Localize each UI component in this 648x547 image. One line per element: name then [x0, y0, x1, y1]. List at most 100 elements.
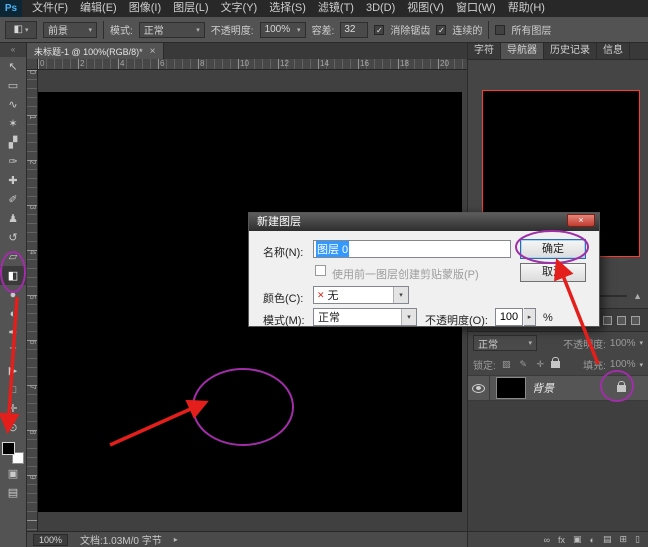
zoom-in-icon[interactable]: ▲ [633, 291, 642, 301]
layers-footer-icon[interactable]: ▯ [635, 534, 640, 545]
ruler-mark: 2 [28, 160, 37, 165]
ruler-mark: 4 [120, 59, 125, 68]
menu-item[interactable]: 视图(V) [401, 0, 450, 17]
lock-transparency-icon[interactable]: ▨ [500, 359, 513, 370]
clipping-mask-checkbox[interactable] [315, 265, 326, 276]
zoom-level-field[interactable]: 100% [33, 533, 69, 546]
toolbar-collapse-button[interactable]: « [0, 43, 26, 57]
marquee-tool[interactable]: ▭ [0, 76, 27, 95]
opacity-value: 100% [264, 24, 291, 35]
current-tool-dropdown[interactable]: ◧ ▾ [5, 20, 37, 39]
menu-item[interactable]: 图像(I) [123, 0, 167, 17]
layer-row-background[interactable]: 背景 [468, 375, 648, 401]
tab-history[interactable]: 历史记录 [544, 43, 597, 59]
quick-mask-button[interactable]: ▣ [0, 464, 27, 483]
paint-bucket-tool[interactable]: ◧ [0, 266, 27, 285]
close-tab-icon[interactable]: × [150, 46, 156, 57]
opacity-dropdown[interactable]: 100% ▾ [259, 21, 306, 38]
eyedropper-tool[interactable]: ✑ [0, 152, 27, 171]
layer-name-input[interactable]: 图层 0 [313, 240, 511, 258]
clone-stamp-tool[interactable]: ♟ [0, 209, 27, 228]
ruler-mark: 12 [280, 59, 289, 68]
layers-footer-icon[interactable]: ∞ [544, 535, 550, 545]
menu-item[interactable]: 文件(F) [26, 0, 74, 17]
tab-navigator[interactable]: 导航器 [501, 43, 544, 59]
tolerance-input[interactable] [340, 21, 369, 38]
background-lock-icon[interactable] [617, 380, 626, 392]
tolerance-label: 容差: [311, 26, 335, 37]
menu-item[interactable]: 窗口(W) [450, 0, 502, 17]
vertical-ruler: 0 1 2 3 4 5 6 7 8 9 [27, 70, 38, 531]
zoom-tool[interactable]: ⊙ [0, 418, 27, 437]
collapsed-panel-icon[interactable] [617, 315, 626, 325]
fill-source-value: 前景 [48, 26, 68, 37]
history-brush-tool[interactable]: ↺ [0, 228, 27, 247]
antialias-checkbox[interactable]: ✓ [374, 24, 385, 35]
menu-item[interactable]: 选择(S) [263, 0, 312, 17]
path-selection-tool[interactable]: ▶ [0, 361, 27, 380]
lock-all-icon[interactable] [550, 357, 560, 368]
blur-tool[interactable]: ● [0, 285, 27, 304]
screen-mode-button[interactable]: ▤ [0, 483, 27, 502]
layer-thumbnail[interactable] [496, 377, 526, 399]
layers-footer-icon[interactable]: ▣ [573, 534, 582, 545]
lock-pixels-icon[interactable]: ✎ [517, 359, 530, 370]
cancel-button[interactable]: 取消 [520, 263, 586, 282]
lock-position-icon[interactable]: ✛ [534, 359, 547, 370]
dodge-tool[interactable]: ◐ [0, 304, 27, 323]
healing-brush-tool[interactable]: ✚ [0, 171, 27, 190]
move-tool[interactable]: ↖ [0, 57, 27, 76]
dialog-title: 新建图层 [257, 216, 301, 228]
color-dropdown[interactable]: ✕ 无 ▾ [313, 286, 409, 304]
layers-footer-icon[interactable]: ◐ [590, 535, 595, 545]
mode-dropdown[interactable]: 正常 ▾ [138, 21, 205, 38]
percent-sign: % [543, 312, 553, 324]
eraser-tool[interactable]: ▱ [0, 247, 27, 266]
ok-button[interactable]: 确定 [520, 239, 586, 259]
dialog-opacity-label: 不透明度(O): [425, 315, 488, 327]
shape-tool[interactable]: □ [0, 380, 27, 399]
layers-footer-icon[interactable]: ▤ [603, 534, 612, 545]
type-tool[interactable]: T [0, 342, 27, 361]
chevron-down-icon: ▾ [24, 26, 29, 34]
layer-visibility-toggle[interactable] [468, 375, 490, 401]
options-bar: ◧ ▾ 前景 ▾ 模式: 正常 ▾ 不透明度: 100% ▾ 容差: ✓ 消除锯… [0, 17, 648, 43]
layer-name[interactable]: 背景 [532, 380, 617, 396]
dialog-title-bar[interactable]: 新建图层 × [249, 213, 599, 231]
hand-tool[interactable]: ✛ [0, 399, 27, 418]
crop-tool[interactable]: ▞ [0, 133, 27, 152]
document-tab[interactable]: 未标题-1 @ 100%(RGB/8)* × [27, 43, 164, 59]
collapsed-panel-icon[interactable] [603, 315, 612, 325]
menu-item[interactable]: 3D(D) [360, 0, 401, 17]
layers-footer-icon[interactable]: fx [558, 535, 565, 545]
ruler-mark: 8 [200, 59, 205, 68]
collapsed-panel-icon[interactable] [631, 315, 640, 325]
ruler-corner [27, 59, 38, 70]
brush-tool[interactable]: ✐ [0, 190, 27, 209]
foreground-color-swatch[interactable] [2, 442, 15, 455]
dialog-mode-dropdown[interactable]: 正常 ▾ [313, 308, 417, 326]
all-layers-checkbox[interactable]: . [495, 24, 506, 35]
status-options-icon[interactable]: ▸ [174, 535, 178, 544]
lasso-tool[interactable]: ∿ [0, 95, 27, 114]
menu-item[interactable]: 图层(L) [167, 0, 214, 17]
blend-mode-dropdown[interactable]: 正常 ▾ [473, 335, 537, 351]
tab-info[interactable]: 信息 [597, 43, 630, 59]
fill-value[interactable]: 100% [610, 359, 636, 370]
fill-source-dropdown[interactable]: 前景 ▾ [43, 21, 97, 38]
layers-footer-icon[interactable]: ⊞ [620, 534, 628, 545]
dialog-opacity-input[interactable] [495, 308, 523, 326]
contiguous-checkbox[interactable]: ✓ [436, 24, 447, 35]
tools-panel: « ↖ ▭ ∿ ✶ ▞ ✑ ✚ ✐ ♟ ↺ ▱ ◧ ● ◐ ✒ T ▶ □ ✛ … [0, 43, 27, 547]
tab-character[interactable]: 字符 [468, 43, 501, 59]
dialog-close-button[interactable]: × [567, 214, 595, 227]
magic-wand-tool[interactable]: ✶ [0, 114, 27, 133]
menu-item[interactable]: 滤镜(T) [312, 0, 360, 17]
menu-item[interactable]: 文字(Y) [215, 0, 264, 17]
layers-opacity-value[interactable]: 100% [610, 338, 636, 349]
pen-tool[interactable]: ✒ [0, 323, 27, 342]
ruler-mark: 8 [28, 430, 37, 435]
menu-item[interactable]: 帮助(H) [502, 0, 551, 17]
opacity-scrubber-icon[interactable]: ▸ [524, 308, 536, 326]
menu-item[interactable]: 编辑(E) [74, 0, 123, 17]
